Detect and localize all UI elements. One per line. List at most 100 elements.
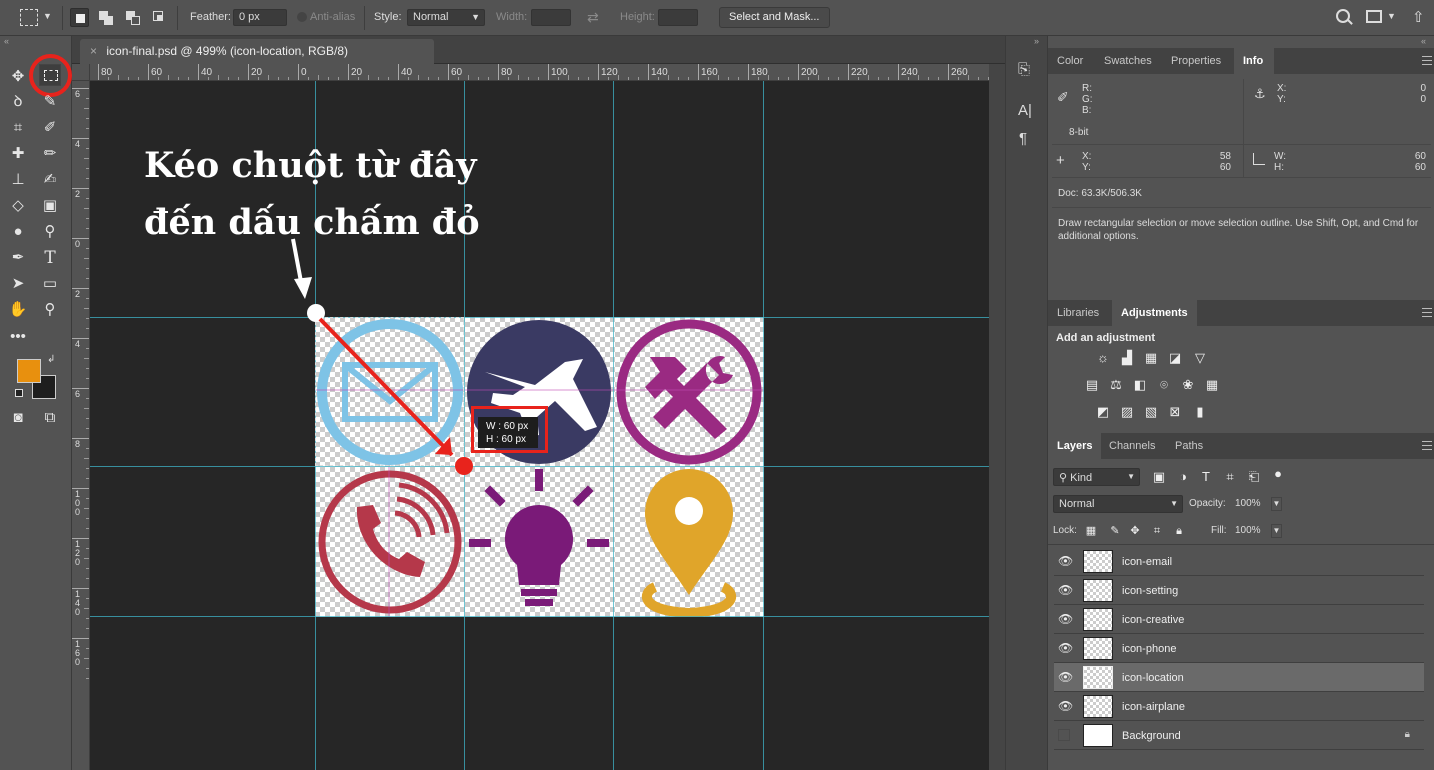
layer-row[interactable]: 👁︎ icon-email bbox=[1054, 547, 1424, 576]
history-brush-tool-icon[interactable]: ✍ bbox=[39, 169, 61, 191]
zoom-tool-icon[interactable]: ⚲ bbox=[39, 299, 61, 321]
pen-tool-icon[interactable]: ✒ bbox=[7, 247, 29, 269]
color-balance-icon[interactable]: ⚖ bbox=[1108, 378, 1124, 392]
blur-tool-icon[interactable]: ● bbox=[7, 221, 29, 243]
quick-selection-tool-icon[interactable]: ✎ bbox=[39, 91, 61, 113]
eye-off-icon[interactable] bbox=[1058, 729, 1070, 741]
workspace-icon[interactable] bbox=[1366, 10, 1382, 23]
foreground-color-swatch[interactable] bbox=[17, 359, 41, 383]
color-lookup-icon[interactable]: ▦ bbox=[1204, 378, 1220, 392]
brightness-contrast-icon[interactable]: ☼ bbox=[1095, 351, 1111, 365]
tab-layers[interactable]: Layers bbox=[1048, 433, 1102, 459]
quick-mask-icon[interactable]: ◙ bbox=[7, 407, 29, 429]
eye-icon[interactable]: 👁︎ bbox=[1058, 700, 1073, 712]
anti-alias-checkbox[interactable] bbox=[297, 12, 307, 22]
exposure-icon[interactable]: ◪ bbox=[1167, 351, 1183, 365]
layer-row[interactable]: 👁︎ icon-setting bbox=[1054, 576, 1424, 605]
channel-mixer-icon[interactable]: ❀ bbox=[1180, 378, 1196, 392]
history-panel-icon[interactable]: ⎘ bbox=[1018, 61, 1030, 78]
share-icon[interactable]: ⇧ bbox=[1412, 8, 1425, 26]
canvas-scrollbar[interactable] bbox=[989, 64, 1005, 770]
chevron-down-icon[interactable]: ▼ bbox=[43, 11, 52, 21]
tab-color[interactable]: Color bbox=[1048, 48, 1092, 74]
black-white-icon[interactable]: ◧ bbox=[1132, 378, 1148, 392]
chevron-down-icon[interactable]: ▼ bbox=[1387, 11, 1396, 21]
tab-info[interactable]: Info bbox=[1234, 48, 1274, 74]
style-select[interactable]: Normal ▼ bbox=[407, 9, 485, 26]
layer-row[interactable]: 👁︎ icon-phone bbox=[1054, 634, 1424, 663]
layer-row-selected[interactable]: 👁︎ icon-location bbox=[1054, 663, 1424, 692]
filter-toggle-icon[interactable]: ● bbox=[1270, 467, 1286, 481]
gradient-tool-icon[interactable]: ▣ bbox=[39, 195, 61, 217]
lock-artboard-icon[interactable]: ⌗ bbox=[1149, 524, 1165, 538]
eraser-tool-icon[interactable]: ◇ bbox=[7, 195, 29, 217]
brush-tool-icon[interactable]: ✏ bbox=[39, 143, 61, 165]
healing-brush-tool-icon[interactable]: ✚ bbox=[7, 143, 29, 165]
collapse-icon[interactable]: « bbox=[1421, 36, 1426, 46]
document-tab[interactable]: × icon-final.psd @ 499% (icon-location, … bbox=[80, 39, 434, 64]
more-tools-icon[interactable]: ••• bbox=[7, 326, 29, 348]
adjustment-layer-filter-icon[interactable]: ◑ bbox=[1175, 470, 1191, 484]
dodge-tool-icon[interactable]: ⚲ bbox=[39, 221, 61, 243]
vertical-ruler[interactable]: 6 4 2 0 2 4 6 8 1 0 0 1 2 0 1 4 0 1 6 0 bbox=[72, 81, 90, 770]
eye-icon[interactable]: 👁︎ bbox=[1058, 584, 1073, 596]
invert-icon[interactable]: ◩ bbox=[1095, 405, 1111, 419]
path-selection-tool-icon[interactable]: ➤ bbox=[7, 273, 29, 295]
close-icon[interactable]: × bbox=[90, 44, 97, 58]
hue-saturation-icon[interactable]: ▤ bbox=[1084, 378, 1100, 392]
lock-transparent-icon[interactable]: ▦ bbox=[1083, 524, 1099, 538]
tab-properties[interactable]: Properties bbox=[1162, 48, 1230, 74]
collapse-icon[interactable]: « bbox=[4, 36, 9, 46]
eye-icon[interactable]: 👁︎ bbox=[1058, 671, 1073, 683]
tab-adjustments[interactable]: Adjustments bbox=[1112, 300, 1197, 326]
tab-channels[interactable]: Channels bbox=[1100, 433, 1164, 459]
smart-object-filter-icon[interactable]: ⎗ bbox=[1246, 470, 1262, 484]
selective-color-icon[interactable]: ⊠ bbox=[1167, 405, 1183, 419]
eye-icon[interactable]: 👁︎ bbox=[1058, 613, 1073, 625]
add-to-selection-button[interactable] bbox=[96, 8, 115, 27]
paragraph-panel-icon[interactable]: ¶ bbox=[1019, 130, 1027, 147]
tab-libraries[interactable]: Libraries bbox=[1048, 300, 1108, 326]
canvas-area[interactable]: Kéo chuột từ đây đến dấu chấm đỏ W : 60 … bbox=[90, 81, 989, 770]
panel-menu-icon[interactable] bbox=[1422, 308, 1432, 317]
width-input[interactable] bbox=[531, 9, 571, 26]
layer-filter-select[interactable]: ⚲ Kind ▼ bbox=[1053, 468, 1140, 486]
lock-all-icon[interactable]: 🔒︎ bbox=[1171, 524, 1187, 538]
ruler-origin[interactable] bbox=[72, 64, 90, 81]
tab-swatches[interactable]: Swatches bbox=[1095, 48, 1161, 74]
eye-icon[interactable]: 👁︎ bbox=[1058, 642, 1073, 654]
feather-input[interactable]: 0 px bbox=[233, 9, 287, 26]
threshold-icon[interactable]: ▧ bbox=[1143, 405, 1159, 419]
levels-icon[interactable]: ▟ bbox=[1119, 351, 1135, 365]
panel-menu-icon[interactable] bbox=[1422, 56, 1432, 65]
crop-tool-icon[interactable]: ⌗ bbox=[7, 117, 29, 139]
opacity-value[interactable]: 100% bbox=[1235, 498, 1261, 509]
swap-arrows-icon[interactable]: ⇄ bbox=[587, 9, 599, 26]
layer-row[interactable]: 👁︎ icon-creative bbox=[1054, 605, 1424, 634]
layer-row[interactable]: 👁︎ icon-airplane bbox=[1054, 692, 1424, 721]
collapse-icon[interactable]: » bbox=[1034, 36, 1039, 46]
clone-stamp-tool-icon[interactable]: ⊥ bbox=[7, 169, 29, 191]
type-tool-icon[interactable]: T bbox=[39, 247, 61, 269]
height-input[interactable] bbox=[658, 9, 698, 26]
type-layer-filter-icon[interactable]: T bbox=[1198, 470, 1214, 484]
lasso-tool-icon[interactable]: ꝺ bbox=[7, 91, 29, 113]
gradient-map-icon[interactable]: ▮ bbox=[1192, 405, 1208, 419]
hand-tool-icon[interactable]: ✋ bbox=[7, 299, 29, 321]
panel-menu-icon[interactable] bbox=[1422, 441, 1432, 450]
fill-value[interactable]: 100% bbox=[1235, 525, 1261, 536]
posterize-icon[interactable]: ▨ bbox=[1119, 405, 1135, 419]
marquee-tool-preset-icon[interactable] bbox=[20, 9, 38, 26]
subtract-from-selection-button[interactable] bbox=[123, 8, 142, 27]
lock-image-icon[interactable]: ✎ bbox=[1107, 524, 1123, 538]
move-tool-icon[interactable]: ✥ bbox=[7, 66, 29, 88]
horizontal-ruler[interactable]: 80 60 40 20 0 20 40 60 80 100 120 140 160 180 200 220 24… bbox=[90, 64, 989, 81]
rectangle-tool-icon[interactable]: ▭ bbox=[39, 273, 61, 295]
photo-filter-icon[interactable]: ⌾ bbox=[1156, 378, 1172, 392]
character-panel-icon[interactable]: A| bbox=[1018, 102, 1032, 119]
shape-layer-filter-icon[interactable]: ⌗ bbox=[1222, 470, 1238, 484]
eye-icon[interactable]: 👁︎ bbox=[1058, 555, 1073, 567]
blend-mode-select[interactable]: Normal ▼ bbox=[1053, 495, 1183, 513]
default-colors-icon[interactable] bbox=[15, 389, 23, 397]
lock-position-icon[interactable]: ✥ bbox=[1127, 524, 1143, 538]
